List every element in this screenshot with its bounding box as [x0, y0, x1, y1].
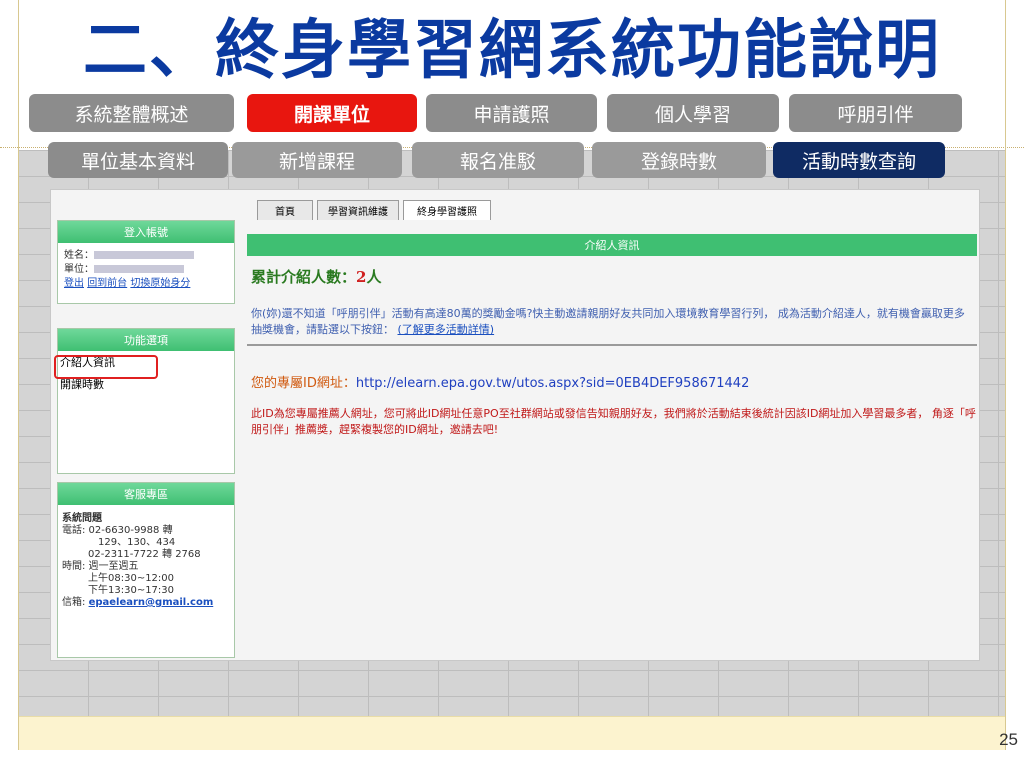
referral-url[interactable]: http://elearn.epa.gov.tw/utos.aspx?sid=0… — [356, 376, 750, 391]
email-label: 信箱: — [62, 597, 86, 608]
function-panel-header: 功能選項 — [58, 329, 234, 351]
tab-record-hours[interactable]: 登錄時數 — [592, 142, 766, 178]
switch-identity-link[interactable]: 切換原始身分 — [130, 278, 190, 289]
count-label: 累計介紹人數： — [251, 268, 357, 286]
login-panel-header: 登入帳號 — [58, 221, 234, 243]
service-panel: 客服專區 系統問題 電話: 02-6630-9988 轉 129、130、434… — [57, 482, 235, 658]
tab-activity-hours-query[interactable]: 活動時數查詢 — [773, 142, 945, 178]
browser-tab-home[interactable]: 首頁 — [257, 200, 313, 220]
redacted-unit — [94, 265, 184, 273]
function-panel: 功能選項 介紹人資訊 開課時數 — [54, 328, 235, 474]
count-value: 2 — [356, 268, 367, 286]
slide-title: 二、終身學習網系統功能說明 — [83, 14, 941, 88]
service-line: 下午13:30~17:30 — [88, 585, 175, 596]
service-panel-header: 客服專區 — [58, 483, 234, 505]
service-line: 電話: 02-6630-9988 轉 — [62, 525, 173, 536]
browser-tab-passport[interactable]: 終身學習護照 — [403, 200, 491, 220]
service-title: 系統問題 — [62, 513, 102, 524]
more-details-link[interactable]: (了解更多活動詳情) — [398, 323, 495, 336]
main-content: 首頁 學習資訊維護 終身學習護照 介紹人資訊 累計介紹人數：2人 你(妳)還不知… — [247, 200, 977, 660]
service-line: 129、130、434 — [98, 537, 176, 548]
embedded-screenshot: 登入帳號 姓名： 單位： 登出 回到前台 切換原始身分 功能選項 介紹人資訊 開… — [50, 189, 980, 661]
back-to-front-link[interactable]: 回到前台 — [87, 278, 127, 289]
sidebar: 登入帳號 姓名： 單位： 登出 回到前台 切換原始身分 功能選項 介紹人資訊 開… — [54, 220, 235, 658]
tab-system-overview[interactable]: 系統整體概述 — [29, 94, 234, 132]
section-bar: 介紹人資訊 — [247, 234, 977, 256]
tab-unit-basic-info[interactable]: 單位基本資料 — [48, 142, 228, 178]
slide: 二、終身學習網系統功能說明 系統整體概述 開課單位 申請護照 個人學習 呼朋引伴… — [0, 0, 1024, 768]
intro-text: 你(妳)還不知道「呼朋引伴」活動有高達80萬的獎勵金嗎?快主動邀請親朋好友共同加… — [251, 306, 975, 338]
divider — [247, 344, 977, 346]
service-line: 時間: 週一至週五 — [62, 561, 139, 572]
notice-text: 此ID為您專屬推薦人網址，您可將此ID網址任意PO至社群網站或發信告知親朋好友，… — [251, 407, 976, 436]
tab-add-course[interactable]: 新增課程 — [232, 142, 402, 178]
service-line: 02-2311-7722 轉 2768 — [88, 549, 201, 560]
tab-course-unit[interactable]: 開課單位 — [247, 94, 417, 132]
page-number: 25 — [999, 730, 1018, 749]
email-link[interactable]: epaelearn@gmail.com — [89, 597, 214, 608]
highlight-box — [54, 355, 158, 379]
tab-registration-approval[interactable]: 報名准駁 — [412, 142, 584, 178]
redacted-name — [94, 251, 194, 259]
tab-apply-passport[interactable]: 申請護照 — [426, 94, 597, 132]
login-panel: 登入帳號 姓名： 單位： 登出 回到前台 切換原始身分 — [57, 220, 235, 304]
introducer-count: 累計介紹人數：2人 — [251, 266, 381, 287]
count-unit: 人 — [366, 268, 382, 286]
id-url-line: 您的專屬ID網址：http://elearn.epa.gov.tw/utos.a… — [251, 372, 749, 391]
service-line: 上午08:30~12:00 — [88, 573, 175, 584]
unit-label: 單位： — [64, 264, 94, 275]
name-label: 姓名： — [64, 250, 94, 261]
browser-tab-learning-info[interactable]: 學習資訊維護 — [317, 200, 399, 220]
logout-link[interactable]: 登出 — [64, 278, 84, 289]
url-label: 您的專屬ID網址： — [251, 376, 356, 391]
tab-invite-friends[interactable]: 呼朋引伴 — [789, 94, 962, 132]
intro-paragraph: 你(妳)還不知道「呼朋引伴」活動有高達80萬的獎勵金嗎?快主動邀請親朋好友共同加… — [251, 307, 965, 336]
tab-personal-learning[interactable]: 個人學習 — [607, 94, 779, 132]
